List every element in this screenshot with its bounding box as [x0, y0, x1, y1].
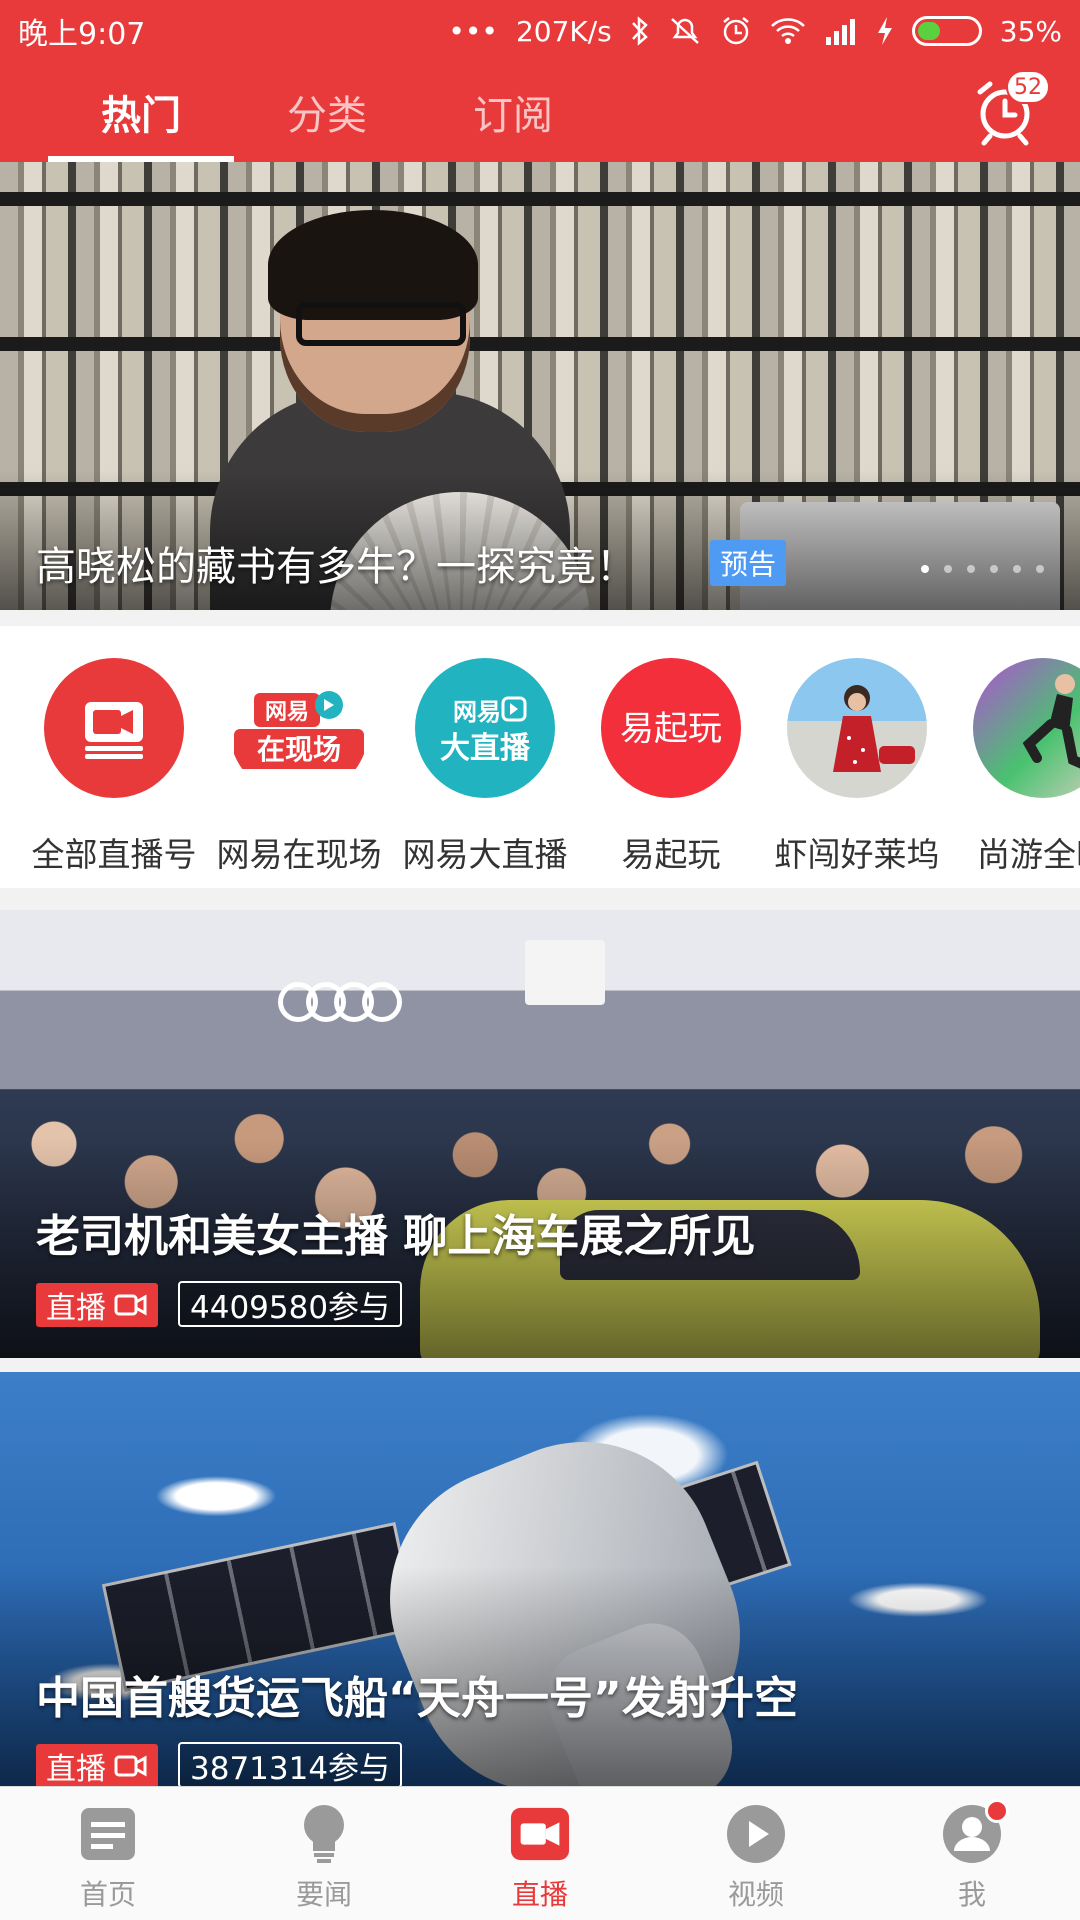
channel-label: 全部直播号	[31, 835, 197, 874]
participants-count: 4409580参与	[178, 1281, 403, 1327]
channel-label: 网易在现场	[216, 835, 382, 874]
live-channels-row: 全部直播号 网易 在现场 网易在现场 网易 大直播 网易大直播 易起玩 易起玩 …	[0, 626, 1080, 888]
reminder-count-badge: 52	[1006, 70, 1050, 104]
channel-yiqiwan[interactable]: 易起玩 易起玩	[581, 658, 761, 876]
nav-home[interactable]: 首页	[0, 1787, 216, 1920]
channel-shangyou-quanshi[interactable]: 尚游全时	[953, 658, 1080, 876]
status-bar: 晚上9:07 ••• 207K/s 35%	[0, 0, 1080, 62]
top-tabs: 热门 分类 订阅	[48, 62, 606, 162]
preview-badge: 预告	[710, 540, 787, 586]
live-label: 直播	[46, 1291, 106, 1326]
nav-label: 视频	[727, 1878, 784, 1911]
svg-text:大直播: 大直播	[440, 731, 531, 766]
mute-icon	[668, 14, 702, 48]
nav-live[interactable]: 直播	[432, 1787, 648, 1920]
status-time: 晚上9:07	[18, 17, 146, 52]
reminder-button[interactable]: 52	[970, 70, 1050, 146]
page-dot	[1013, 565, 1021, 573]
channel-all-live[interactable]: 全部直播号	[24, 658, 204, 876]
bluetooth-icon	[630, 14, 650, 48]
more-dots-icon: •••	[448, 14, 498, 48]
charging-icon	[876, 14, 894, 48]
channel-wangyi-zaixianchang[interactable]: 网易 在现场 网易在现场	[209, 658, 389, 876]
tab-category[interactable]: 分类	[234, 62, 420, 162]
yiqiwan-logo: 易起玩	[601, 658, 741, 798]
live-badge: 直播	[36, 1283, 158, 1327]
featured-banner[interactable]: 高晓松的藏书有多牛？一探究竟！ 预告	[0, 162, 1080, 610]
svg-text:易起玩: 易起玩	[620, 709, 722, 749]
status-icons: ••• 207K/s 35%	[448, 14, 1062, 48]
channel-label: 易起玩	[621, 835, 721, 874]
nav-video[interactable]: 视频	[648, 1787, 864, 1920]
wifi-icon	[770, 14, 806, 48]
channel-wangyi-dazhibo[interactable]: 网易 大直播 网易大直播	[395, 658, 575, 876]
channel-xiachuang-haolaiwu[interactable]: 虾闯好莱坞	[767, 658, 947, 876]
live-card-auto-show[interactable]: 老司机和美女主播 聊上海车展之所见 直播 4409580参与	[0, 910, 1080, 1358]
camera-icon	[114, 1755, 147, 1777]
signal-icon	[824, 14, 858, 48]
svg-text:在现场: 在现场	[257, 733, 341, 766]
page-dot	[967, 565, 975, 573]
wangyi-zaixianchang-logo: 网易 在现场	[229, 658, 369, 798]
nav-label: 要闻	[295, 1878, 352, 1911]
notification-dot	[985, 1799, 1009, 1823]
play-icon	[725, 1803, 787, 1865]
network-speed: 207K/s	[515, 14, 612, 48]
card-title: 老司机和美女主播 聊上海车展之所见	[36, 1211, 756, 1262]
nav-label: 直播	[511, 1878, 568, 1911]
live-badge: 直播	[36, 1744, 158, 1786]
channel-label: 尚游全时	[977, 835, 1080, 874]
avatar-woman-red-dress	[787, 658, 927, 798]
bottom-navigation: 首页 要闻 直播 视频 我	[0, 1786, 1080, 1920]
tab-subscribe[interactable]: 订阅	[420, 62, 606, 162]
live-label: 直播	[46, 1752, 106, 1786]
nav-label: 首页	[79, 1878, 136, 1911]
live-video-icon	[509, 1803, 571, 1865]
page-dot	[990, 565, 998, 573]
alarm-status-icon	[720, 14, 752, 48]
svg-text:网易: 网易	[265, 700, 309, 725]
nav-news[interactable]: 要闻	[216, 1787, 432, 1920]
nav-me[interactable]: 我	[864, 1787, 1080, 1920]
participants-count: 3871314参与	[178, 1742, 403, 1786]
channel-label: 网易大直播	[402, 835, 568, 874]
nav-label: 我	[957, 1878, 986, 1911]
page-dot	[1036, 565, 1044, 573]
avatar-jumping-man	[973, 658, 1080, 798]
tab-hot[interactable]: 热门	[48, 62, 234, 162]
wangyi-dazhibo-logo: 网易 大直播	[415, 658, 555, 798]
channel-label: 虾闯好莱坞	[774, 835, 940, 874]
document-icon	[77, 1803, 139, 1865]
lightbulb-icon	[293, 1803, 355, 1865]
battery-percent: 35%	[999, 14, 1062, 48]
video-camera-icon	[44, 658, 184, 798]
top-navigation: 热门 分类 订阅 52	[0, 62, 1080, 162]
live-card-tianzhou[interactable]: 中国首艘货运飞船“天舟一号”发射升空 直播 3871314参与	[0, 1372, 1080, 1786]
exhibit-sign	[525, 940, 605, 1005]
card-title: 中国首艘货运飞船“天舟一号”发射升空	[36, 1673, 798, 1724]
audi-logo	[278, 982, 402, 1022]
camera-icon	[114, 1294, 147, 1316]
banner-page-indicator	[921, 565, 1044, 573]
banner-title: 高晓松的藏书有多牛？一探究竟！	[36, 544, 636, 590]
page-dot	[921, 565, 929, 573]
app-screen: 晚上9:07 ••• 207K/s 35% 热门 分类 订阅 52 高晓松的藏书…	[0, 0, 1080, 1920]
svg-text:网易: 网易	[453, 698, 501, 726]
battery-icon	[911, 16, 982, 46]
page-dot	[944, 565, 952, 573]
user-icon	[941, 1799, 1009, 1865]
